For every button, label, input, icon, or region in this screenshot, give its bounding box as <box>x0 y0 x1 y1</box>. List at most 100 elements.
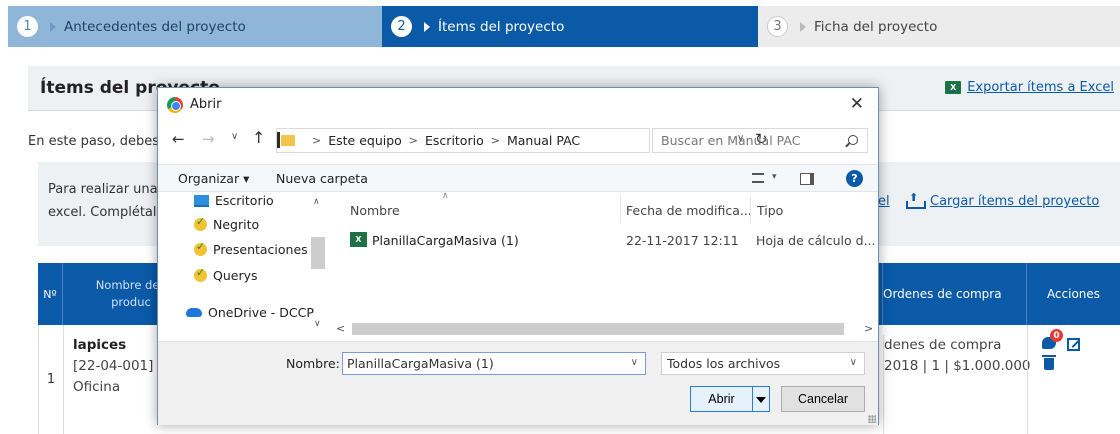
filetype-value: Todos los archivos <box>667 356 781 371</box>
filename-value: PlanillaCargaMasiva (1) <box>347 356 494 371</box>
resize-grip-icon[interactable] <box>868 415 876 423</box>
address-bar[interactable]: > Este equipo > Escritorio > Manual PAC … <box>276 128 768 153</box>
col-header-actions: Acciones <box>1026 263 1120 325</box>
step-label: Ítems del proyecto <box>438 18 565 35</box>
col-header-file-name[interactable]: Nombre <box>350 203 400 218</box>
organize-button[interactable]: Organizar ▾ <box>178 171 249 186</box>
forward-arrow-icon[interactable]: → <box>202 130 215 148</box>
orders-line2: 2018 | 1 | $1.000.000 <box>884 358 1031 374</box>
filename-label: Nombre: <box>286 356 340 371</box>
sync-folder-icon <box>194 240 207 256</box>
file-list-header: ∧ Nombre Fecha de modifica... Tipo <box>330 191 878 225</box>
row-number: 1 <box>39 325 64 434</box>
view-options-icon[interactable] <box>752 173 764 183</box>
open-file-dialog: Abrir ✕ ← → ∨ ↑ > Este equipo > Escritor… <box>157 87 879 425</box>
sidebar-item-negrito[interactable]: Negrito <box>194 215 259 232</box>
intro-text: En este paso, debes a <box>28 134 172 149</box>
breadcrumb-item[interactable]: Escritorio <box>425 133 484 148</box>
sidebar-item-escritorio[interactable]: Escritorio <box>194 193 274 208</box>
desktop-icon <box>194 194 209 207</box>
dialog-toolbar: Organizar ▾ Nueva carpeta ▾ ? <box>158 164 878 192</box>
col-header-orders: Ordenes de compra <box>882 263 1026 325</box>
sidebar-item-label: Escritorio <box>215 193 274 208</box>
row-actions: 0 <box>1027 325 1120 434</box>
sidebar-item-querys[interactable]: Querys <box>194 266 258 283</box>
step-arrow-icon <box>50 22 56 32</box>
download-template-link[interactable]: el <box>878 194 890 209</box>
step-ficha[interactable]: 3 Ficha del proyecto <box>758 6 1120 47</box>
column-divider[interactable] <box>620 197 621 223</box>
step-antecedentes[interactable]: 1 Antecedentes del proyecto <box>8 6 382 47</box>
sync-folder-icon <box>194 215 207 231</box>
export-excel-link[interactable]: X Exportar ítems a Excel <box>945 80 1114 95</box>
step-label: Ficha del proyecto <box>814 18 938 35</box>
dialog-title: Abrir <box>190 97 222 112</box>
col-header-file-date[interactable]: Fecha de modifica... <box>626 203 752 218</box>
chevron-down-icon[interactable]: ∨ <box>231 131 238 142</box>
filename-input[interactable]: PlanillaCargaMasiva (1) ∨ <box>342 352 646 375</box>
product-category: Oficina <box>73 379 121 395</box>
file-type: Hoja de cálculo d... <box>756 233 876 248</box>
step-items[interactable]: 2 Ítems del proyecto <box>382 6 758 47</box>
sidebar-scrollbar-thumb[interactable] <box>311 237 325 269</box>
excel-file-icon: X <box>350 232 367 247</box>
dialog-navbar: ← → ∨ ↑ > Este equipo > Escritorio > Man… <box>158 126 878 156</box>
scroll-left-icon[interactable]: < <box>336 322 345 335</box>
preview-pane-icon[interactable] <box>800 173 814 185</box>
dialog-titlebar: Abrir ✕ <box>158 88 878 122</box>
trash-icon[interactable] <box>1042 355 1056 370</box>
sidebar-item-label: OneDrive - DCCP <box>208 305 314 320</box>
scroll-right-icon[interactable]: > <box>864 322 873 335</box>
breadcrumb-item[interactable]: Este equipo <box>328 133 402 148</box>
back-arrow-icon[interactable]: ← <box>172 130 185 148</box>
col-header-name-line2: produc <box>111 295 151 309</box>
col-header-number: Nº <box>38 263 63 325</box>
edit-icon[interactable] <box>1067 338 1080 351</box>
step-arrow-icon <box>800 22 806 32</box>
page: 1 Antecedentes del proyecto 2 Ítems del … <box>0 0 1120 434</box>
step-number: 2 <box>391 16 412 37</box>
scroll-down-icon[interactable]: ∨ <box>314 319 321 329</box>
comment-count-badge: 0 <box>1050 329 1063 342</box>
help-icon[interactable]: ? <box>846 170 863 187</box>
sidebar-item-presentaciones[interactable]: Presentaciones <box>194 240 308 257</box>
step-number: 1 <box>17 16 38 37</box>
filetype-select[interactable]: Todos los archivos ∨ <box>661 352 865 375</box>
close-icon[interactable]: ✕ <box>850 94 864 114</box>
open-options-dropdown[interactable] <box>753 386 770 412</box>
hscrollbar-thumb[interactable] <box>352 323 844 335</box>
col-header-file-type[interactable]: Tipo <box>757 203 783 218</box>
step-label: Antecedentes del proyecto <box>64 18 246 35</box>
sidebar-item-label: Querys <box>213 268 258 283</box>
search-icon <box>848 135 858 145</box>
new-folder-button[interactable]: Nueva carpeta <box>276 171 368 186</box>
row-product: lapices [22-04-001] I Oficina <box>73 335 162 398</box>
chevron-right-icon: > <box>490 134 500 147</box>
scroll-up-icon[interactable]: ∧ <box>313 197 320 207</box>
upload-items-link[interactable]: Cargar ítems del proyecto <box>906 191 1099 209</box>
sort-caret-icon: ∧ <box>442 191 449 201</box>
up-arrow-icon[interactable]: ↑ <box>252 128 265 147</box>
upload-icon <box>906 191 926 209</box>
breadcrumb-item[interactable]: Manual PAC <box>507 133 580 148</box>
chevron-right-icon: > <box>408 134 419 147</box>
open-button[interactable]: Abrir <box>690 386 753 412</box>
chevron-down-icon[interactable]: ∨ <box>850 357 857 368</box>
cancel-button[interactable]: Cancelar <box>781 386 865 412</box>
file-list-hscrollbar[interactable]: < > <box>330 321 878 337</box>
search-input[interactable]: Buscar en Manual PAC <box>652 128 868 153</box>
product-name: lapices <box>73 337 127 353</box>
column-divider[interactable] <box>750 197 751 223</box>
step-number: 3 <box>767 16 788 37</box>
file-name: PlanillaCargaMasiva (1) <box>372 233 519 248</box>
chevron-down-icon[interactable]: ∨ <box>631 357 638 368</box>
dialog-nav-pane: Escritorio Negrito Presentaciones Querys… <box>158 193 328 341</box>
chevron-down-icon[interactable]: ▾ <box>772 172 777 182</box>
sidebar-item-onedrive[interactable]: OneDrive - DCCP <box>186 305 314 320</box>
info-text-line1: Para realizar una c <box>48 182 169 197</box>
export-excel-label: Exportar ítems a Excel <box>967 80 1114 95</box>
file-list-item[interactable]: X PlanillaCargaMasiva (1) 22-11-2017 12:… <box>330 229 878 253</box>
col-header-name-line1: Nombre de l <box>95 278 167 292</box>
step-arrow-icon <box>424 22 430 32</box>
search-placeholder: Buscar en Manual PAC <box>661 133 801 148</box>
